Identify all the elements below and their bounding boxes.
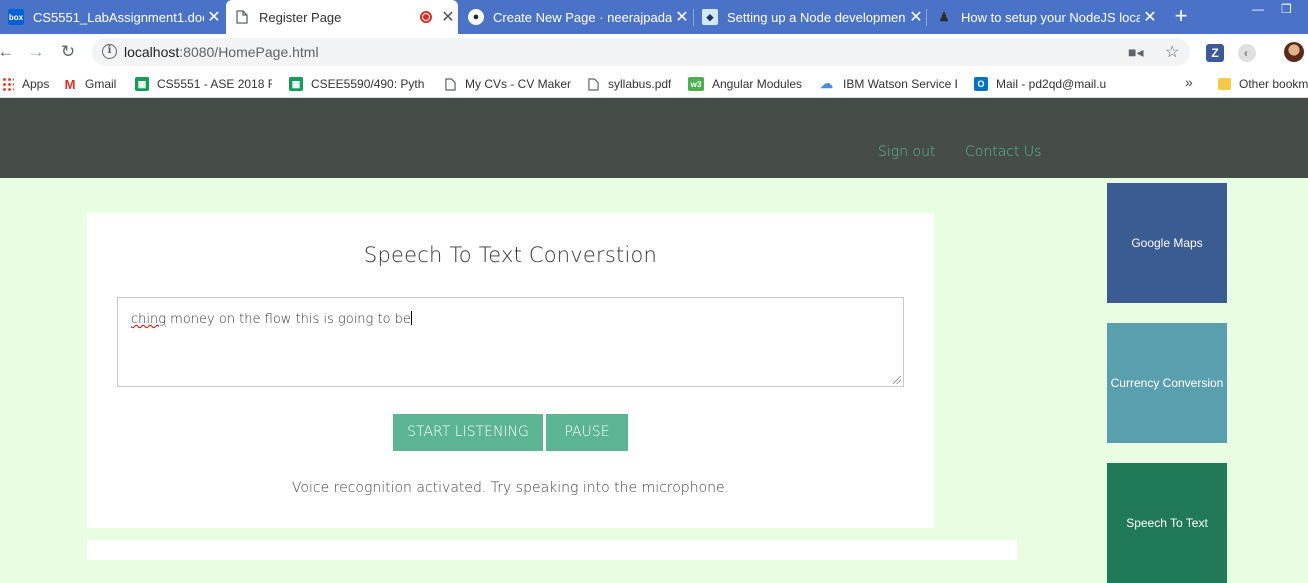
secondary-card [87,540,1017,560]
restore-button[interactable]: ❐ [1281,2,1292,16]
bookmark-gmail[interactable]: M Gmail [63,75,117,93]
status-message: Voice recognition activated. Try speakin… [291,480,730,496]
transcript-textarea[interactable]: ching money on the flow this is going to… [117,297,904,387]
page-icon [234,9,250,25]
text-caret [410,311,412,325]
tab-github-create-page[interactable]: ● Create New Page · neerajpadarthi ✕ [460,0,692,34]
reload-icon[interactable]: ↻ [58,42,78,62]
close-icon[interactable]: ✕ [672,7,692,27]
folder-icon [1218,78,1231,90]
url-text[interactable]: localhost:8080/HomePage.html [124,44,319,60]
gmail-icon: M [64,76,76,92]
github-icon: ● [468,9,484,25]
page-icon [443,77,457,91]
tab-title: How to setup your NodeJS local [961,9,1140,25]
transcript-text: money on the flow this is going to be [166,312,411,327]
resize-handle-icon[interactable] [893,376,901,384]
bookmark-cs5551[interactable]: ▦ CS5551 - ASE 2018 Fa [135,75,272,93]
browser-toolbar: ← → ↻ i localhost:8080/HomePage.html ■◂ … [0,34,1308,70]
site-header: Sign out Contact Us [0,98,1308,178]
tab-title: CS5551_LabAssignment1.docx | Box [33,9,204,25]
apps-grid-icon [2,77,14,91]
box-icon: box [8,9,24,25]
tab-register-page[interactable]: Register Page ✕ [226,0,458,34]
close-icon[interactable]: ✕ [204,7,224,27]
node-icon: ◆ [702,9,718,25]
pause-button[interactable]: PAUSE [546,414,628,451]
bookmark-other[interactable]: Other bookm [1218,75,1308,93]
w3schools-icon: w3 [688,77,704,91]
forward-arrow-icon[interactable]: → [26,42,46,62]
browser-tab-strip: box CS5551_LabAssignment1.docx | Box ✕ R… [0,0,1308,34]
minimize-button[interactable]: — [1252,2,1264,16]
url-path: :8080/HomePage.html [179,44,319,60]
bookmark-apps[interactable]: Apps [2,75,49,93]
contact-us-link[interactable]: Contact Us [965,144,1041,160]
back-arrow-icon[interactable]: ← [0,42,16,62]
bookmark-syllabus[interactable]: syllabus.pdf [586,75,671,93]
tab-title: Create New Page · neerajpadarthi [493,9,672,25]
camera-icon[interactable]: ■◂ [1128,44,1143,61]
close-icon[interactable]: ✕ [906,7,926,27]
bookmarks-overflow-button[interactable]: » [1185,74,1193,90]
tab-title: Register Page [259,9,342,25]
extension-icon[interactable]: ◐ [1238,44,1256,62]
page-icon [586,77,600,91]
zotero-extension-icon[interactable]: Z [1206,44,1224,62]
bookmark-csee5590[interactable]: ▦ CSEE5590/490: Pytho [289,75,425,93]
new-tab-button[interactable]: + [1171,5,1191,27]
speech-card: Speech To Text Converstion ching money o… [87,213,934,528]
tab-separator [926,9,927,26]
currency-conversion-tile[interactable]: Currency Conversion [1107,323,1227,443]
sheets-icon: ▦ [135,77,149,91]
google-maps-tile[interactable]: Google Maps [1107,183,1227,303]
url-host: localhost [124,44,180,60]
sign-out-link[interactable]: Sign out [878,144,935,160]
page-title: Speech To Text Converstion [363,243,658,267]
recording-icon [420,11,432,23]
tab-title: Setting up a Node development [727,9,906,25]
info-icon[interactable]: i [102,44,117,59]
tab-nodejs-local[interactable]: ♟ How to setup your NodeJS local ✕ [928,0,1160,34]
misspelled-word: ching [131,312,167,327]
close-icon[interactable]: ✕ [438,7,458,27]
bookmark-ibm-watson[interactable]: ☁ IBM Watson Service P [818,75,957,93]
bookmark-mail[interactable]: O Mail - pd2qd@mail.u [974,75,1110,93]
tab-box-lab-assignment[interactable]: box CS5551_LabAssignment1.docx | Box ✕ [0,0,224,34]
outlook-icon: O [974,77,988,91]
bookmark-angular-modules[interactable]: w3 Angular Modules [688,75,802,93]
tab-node-setup[interactable]: ◆ Setting up a Node development ✕ [694,0,926,34]
bookmark-my-cvs[interactable]: My CVs - CV Maker [443,75,575,93]
close-icon[interactable]: ✕ [1140,7,1160,27]
address-bar[interactable]: i localhost:8080/HomePage.html ■◂ ☆ [92,38,1190,66]
sheets-icon: ▦ [289,77,303,91]
person-icon: ♟ [938,10,950,24]
cloud-icon: ☁ [820,76,833,91]
start-listening-button[interactable]: START LISTENING [393,414,543,451]
avatar[interactable] [1284,42,1304,62]
speech-to-text-tile[interactable]: Speech To Text [1107,463,1227,583]
star-icon[interactable]: ☆ [1165,42,1179,62]
bookmarks-bar: Apps M Gmail ▦ CS5551 - ASE 2018 Fa ▦ CS… [0,70,1308,98]
